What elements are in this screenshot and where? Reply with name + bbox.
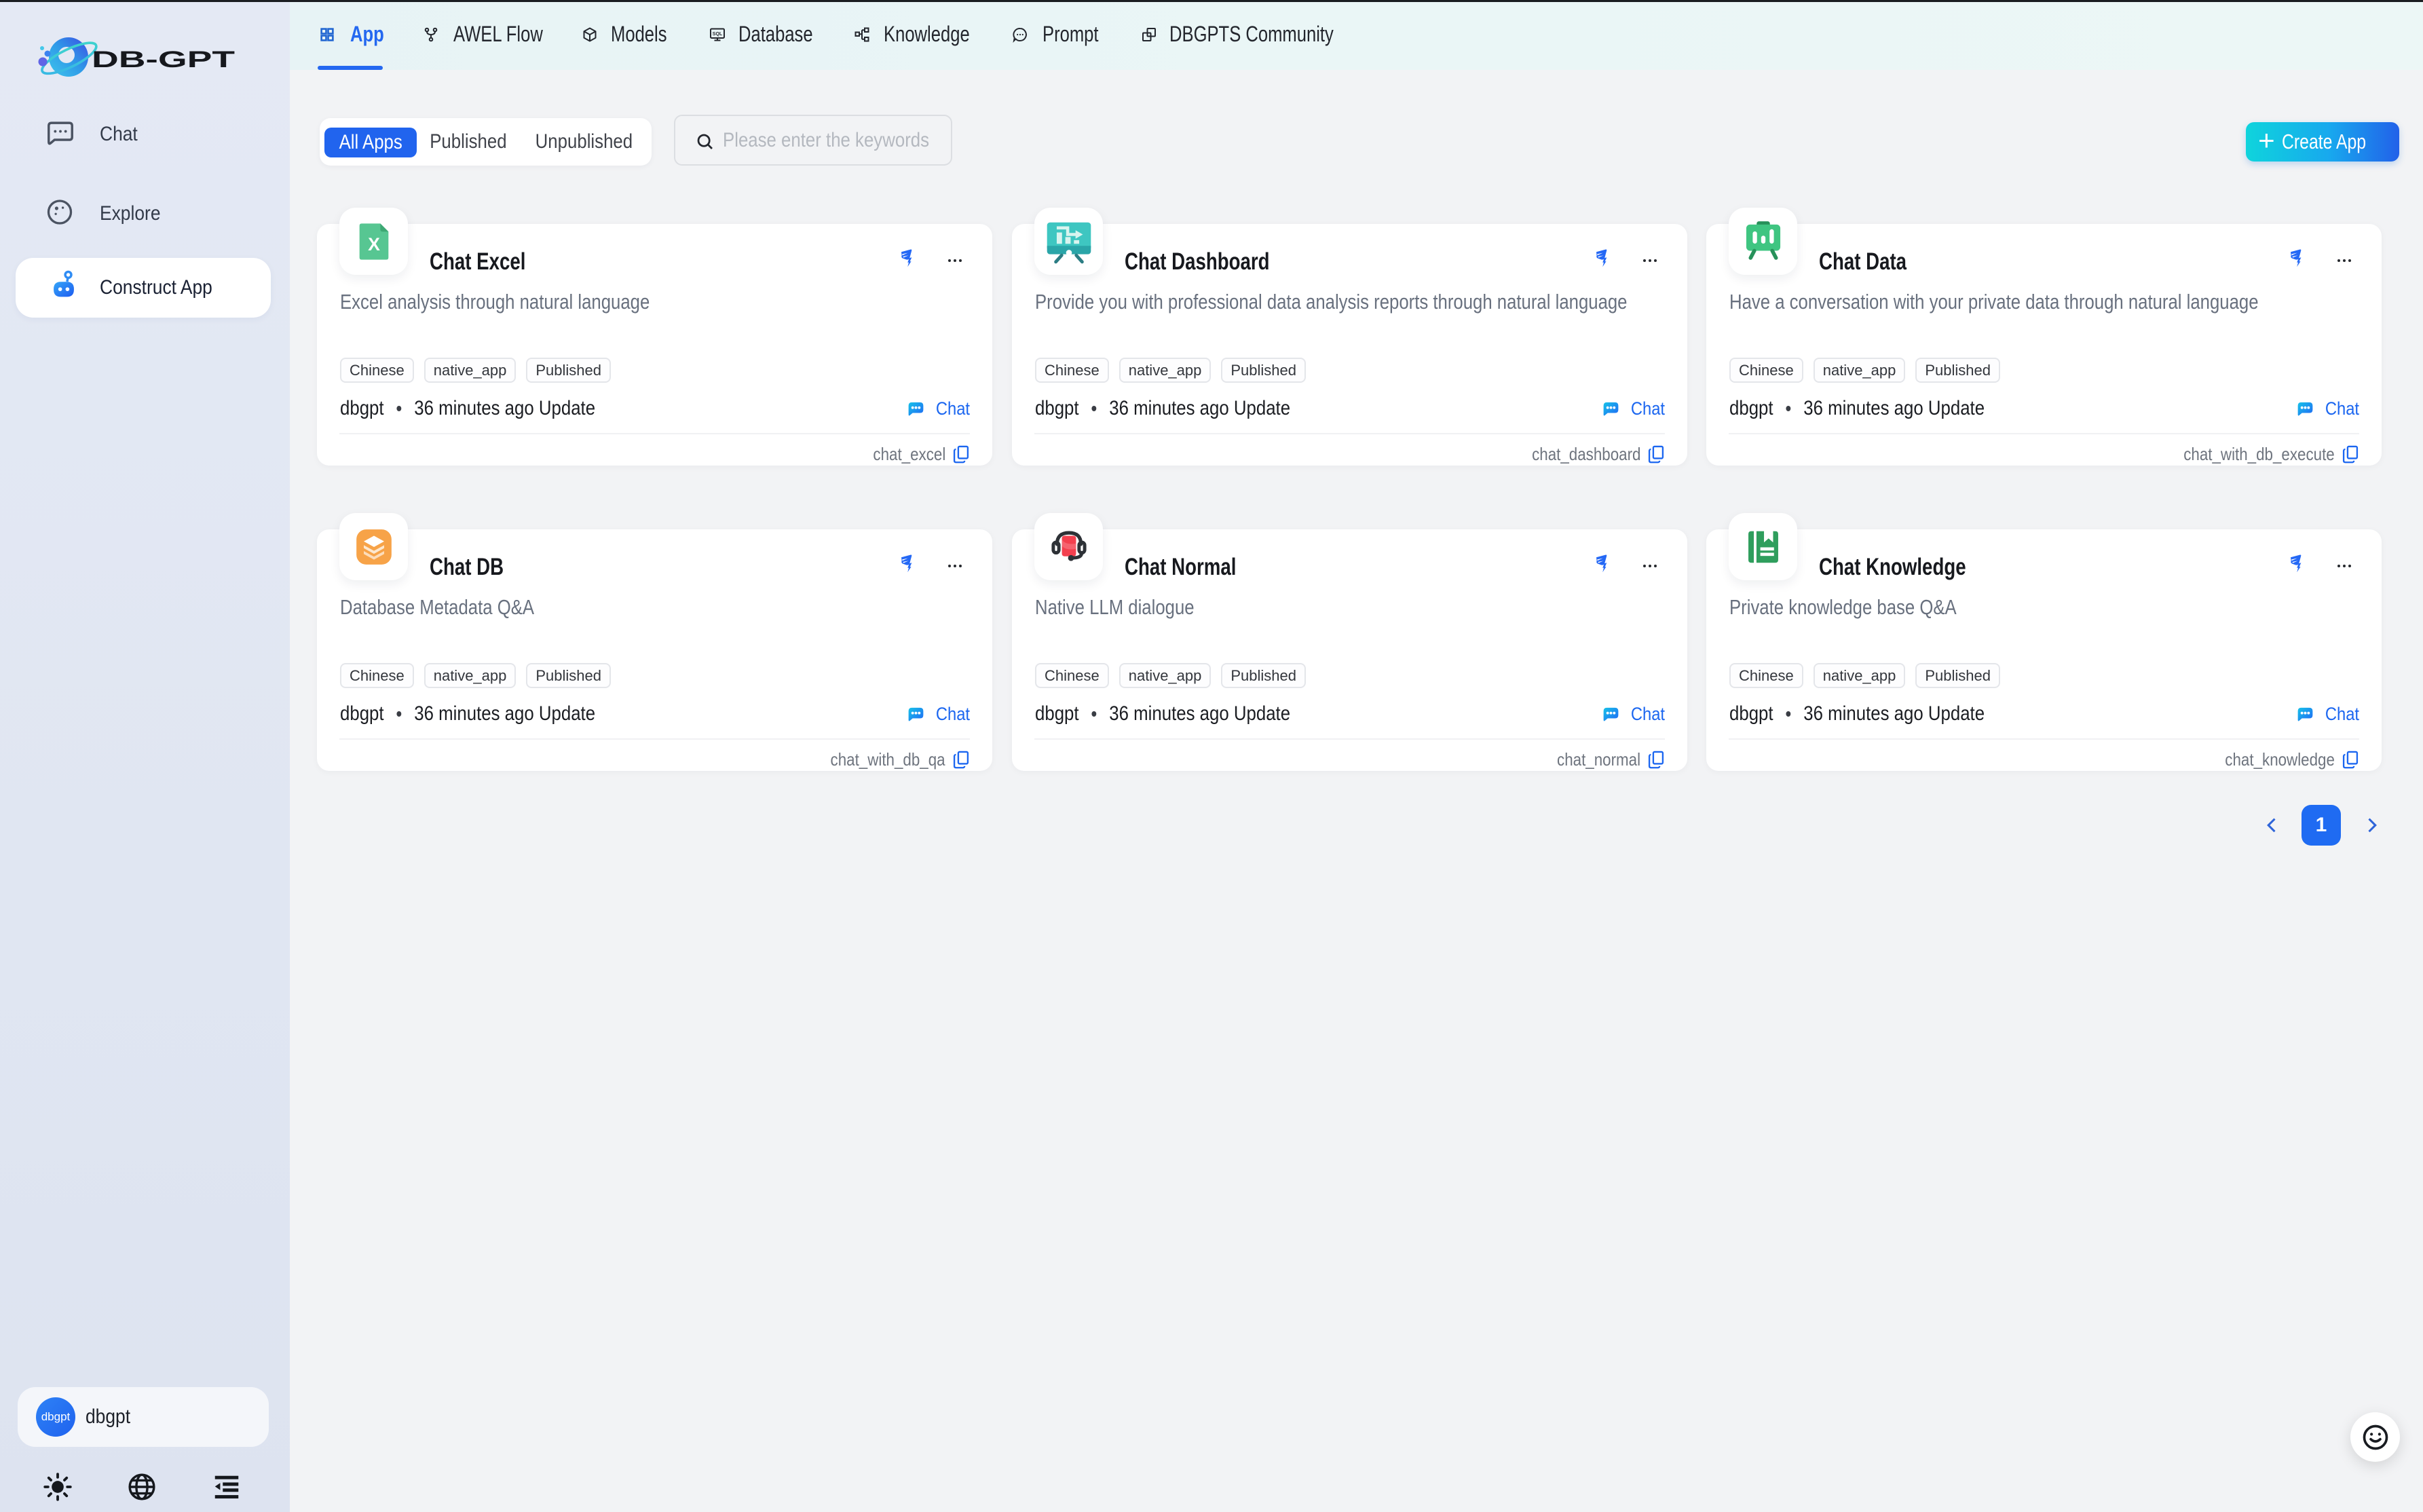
svg-text:X: X <box>368 233 380 254</box>
svg-text:DB-GPT: DB-GPT <box>92 47 235 73</box>
svg-text:SQL: SQL <box>713 32 723 37</box>
